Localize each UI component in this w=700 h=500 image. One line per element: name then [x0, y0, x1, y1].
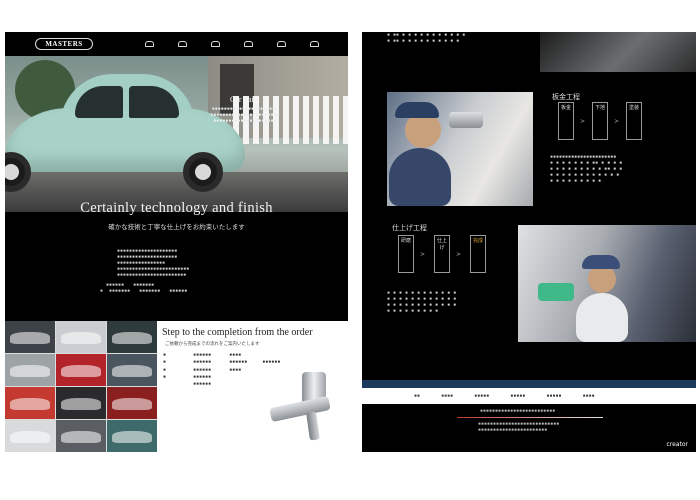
car-icon	[211, 40, 220, 47]
intro-text-block: ▪▪▪▪▪▪▪▪▪▪▪▪▪▪▪▪▪▪▪▪ ▪▪▪▪▪▪▪▪▪▪▪▪▪▪▪▪▪▪▪…	[117, 248, 190, 278]
car-photo[interactable]	[56, 420, 106, 452]
vintage-car-graphic	[5, 74, 255, 194]
section2-title: 仕上げ工程	[392, 224, 427, 232]
spray-gun-graphic	[250, 372, 340, 442]
page-spread: MASTERS Car Paint ▪▪▪▪▪▪▪▪▪▪▪▪▪▪▪▪▪▪▪▪▪▪…	[0, 0, 700, 500]
arrow-icon: >	[614, 118, 620, 125]
car-photo-top	[540, 32, 696, 72]
home-icon	[145, 40, 154, 47]
hero-caption: Car Paint ▪▪▪▪▪▪▪▪▪▪▪▪▪▪▪▪▪▪▪▪▪▪ ▪▪▪▪▪▪▪…	[185, 95, 305, 125]
site-logo[interactable]: MASTERS	[35, 38, 93, 50]
navy-band	[362, 380, 696, 388]
nav-items	[133, 40, 331, 48]
painter-photo	[387, 92, 533, 206]
hero-caption-title: Car Paint	[230, 95, 260, 104]
footer-divider	[457, 417, 603, 418]
right-page: ▪ ▪▪ ▪ ▪ ▪ ▪ ▪ ▪ ▪ ▪ ▪ ▪ ▪ ▪ ▪▪ ▪ ▪ ▪ ▪ …	[362, 32, 696, 452]
footer-nav: ▪▪ ▪▪▪▪ ▪▪▪▪▪ ▪▪▪▪▪ ▪▪▪▪▪ ▪▪▪▪	[362, 388, 696, 404]
flow-step: 板金	[558, 102, 574, 140]
section1-title: 板金工程	[552, 93, 580, 101]
car-icon	[277, 40, 286, 47]
flow-step: 塗装	[626, 102, 642, 140]
car-photo[interactable]	[107, 420, 157, 452]
arrow-icon: >	[420, 251, 426, 258]
nav-item-4[interactable]	[232, 40, 265, 48]
car-photo[interactable]	[5, 354, 55, 386]
car-photo[interactable]	[107, 387, 157, 419]
nav-item-3[interactable]	[199, 40, 232, 48]
nav-item-2[interactable]	[166, 40, 199, 48]
section2-text: ▪ ▪ ▪ ▪ ▪ ▪ ▪ ▪ ▪ ▪ ▪ ▪ ▪ ▪ ▪ ▪ ▪ ▪ ▪ ▪ …	[387, 290, 457, 314]
nav-item-home[interactable]	[133, 40, 166, 48]
footer-copyright: ▪▪▪▪▪▪▪▪▪▪▪▪▪▪▪▪▪▪▪▪▪▪▪▪▪	[480, 408, 556, 414]
brand-mark: creator	[666, 441, 688, 448]
text-block-top: ▪ ▪▪ ▪ ▪ ▪ ▪ ▪ ▪ ▪ ▪ ▪ ▪ ▪ ▪ ▪▪ ▪ ▪ ▪ ▪ …	[387, 32, 466, 44]
hero-image: Car Paint ▪▪▪▪▪▪▪▪▪▪▪▪▪▪▪▪▪▪▪▪▪▪ ▪▪▪▪▪▪▪…	[5, 56, 348, 212]
top-navigation: MASTERS	[5, 32, 348, 56]
car-photo-grid	[5, 321, 157, 452]
car-photo[interactable]	[56, 387, 106, 419]
flow-step: 完成	[470, 235, 486, 273]
section1-text: ▪▪▪▪▪▪▪▪▪▪▪▪▪▪▪▪▪▪▪▪▪▪ ▪ ▪ ▪ ▪ ▪ ▪ ▪ ▪▪ …	[550, 154, 623, 184]
tagline-subtitle: 確かな技術と丁寧な仕上げをお約束いたします	[108, 223, 245, 231]
nav-item-6[interactable]	[298, 40, 331, 48]
car-icon	[310, 40, 319, 47]
steps-title: Step to the completion from the order	[162, 327, 313, 338]
car-photo[interactable]	[5, 387, 55, 419]
flow-step: 研磨	[398, 235, 414, 273]
car-photo[interactable]	[56, 354, 106, 386]
footer-nav-links[interactable]: ▪▪ ▪▪▪▪ ▪▪▪▪▪ ▪▪▪▪▪ ▪▪▪▪▪ ▪▪▪▪	[414, 393, 595, 399]
polishing-photo	[518, 225, 696, 342]
nav-item-5[interactable]	[265, 40, 298, 48]
intro-text-footnote: ▪▪▪▪▪▪ ▪▪▪▪▪▪▪ ▪ ▪▪▪▪▪▪▪ ▪▪▪▪▪▪▪ ▪▪▪▪▪▪	[100, 282, 188, 294]
car-photo[interactable]	[107, 354, 157, 386]
arrow-icon: >	[580, 118, 586, 125]
steps-subtitle: ご依頼から完成までの流れをご案内いたします	[165, 342, 260, 347]
car-photo[interactable]	[107, 321, 157, 353]
tagline: Certainly technology and finish	[80, 200, 273, 216]
order-steps-panel: Step to the completion from the order ご依…	[157, 321, 348, 452]
car-photo[interactable]	[5, 420, 55, 452]
car-photo[interactable]	[56, 321, 106, 353]
footer: ▪▪▪▪▪▪▪▪▪▪▪▪▪▪▪▪▪▪▪▪▪▪▪▪▪ ▪▪▪▪▪▪▪▪▪▪▪▪▪▪…	[362, 404, 696, 452]
footer-address: ▪▪▪▪▪▪▪▪▪▪▪▪▪▪▪▪▪▪▪▪▪▪▪▪▪▪▪ ▪▪▪▪▪▪▪▪▪▪▪▪…	[478, 421, 560, 433]
flow-step: 下地	[592, 102, 608, 140]
car-icon	[178, 40, 187, 47]
car-icon	[244, 40, 253, 47]
flow-step: 仕上げ	[434, 235, 450, 273]
left-page: MASTERS Car Paint ▪▪▪▪▪▪▪▪▪▪▪▪▪▪▪▪▪▪▪▪▪▪…	[5, 32, 348, 452]
arrow-icon: >	[456, 251, 462, 258]
car-photo[interactable]	[5, 321, 55, 353]
